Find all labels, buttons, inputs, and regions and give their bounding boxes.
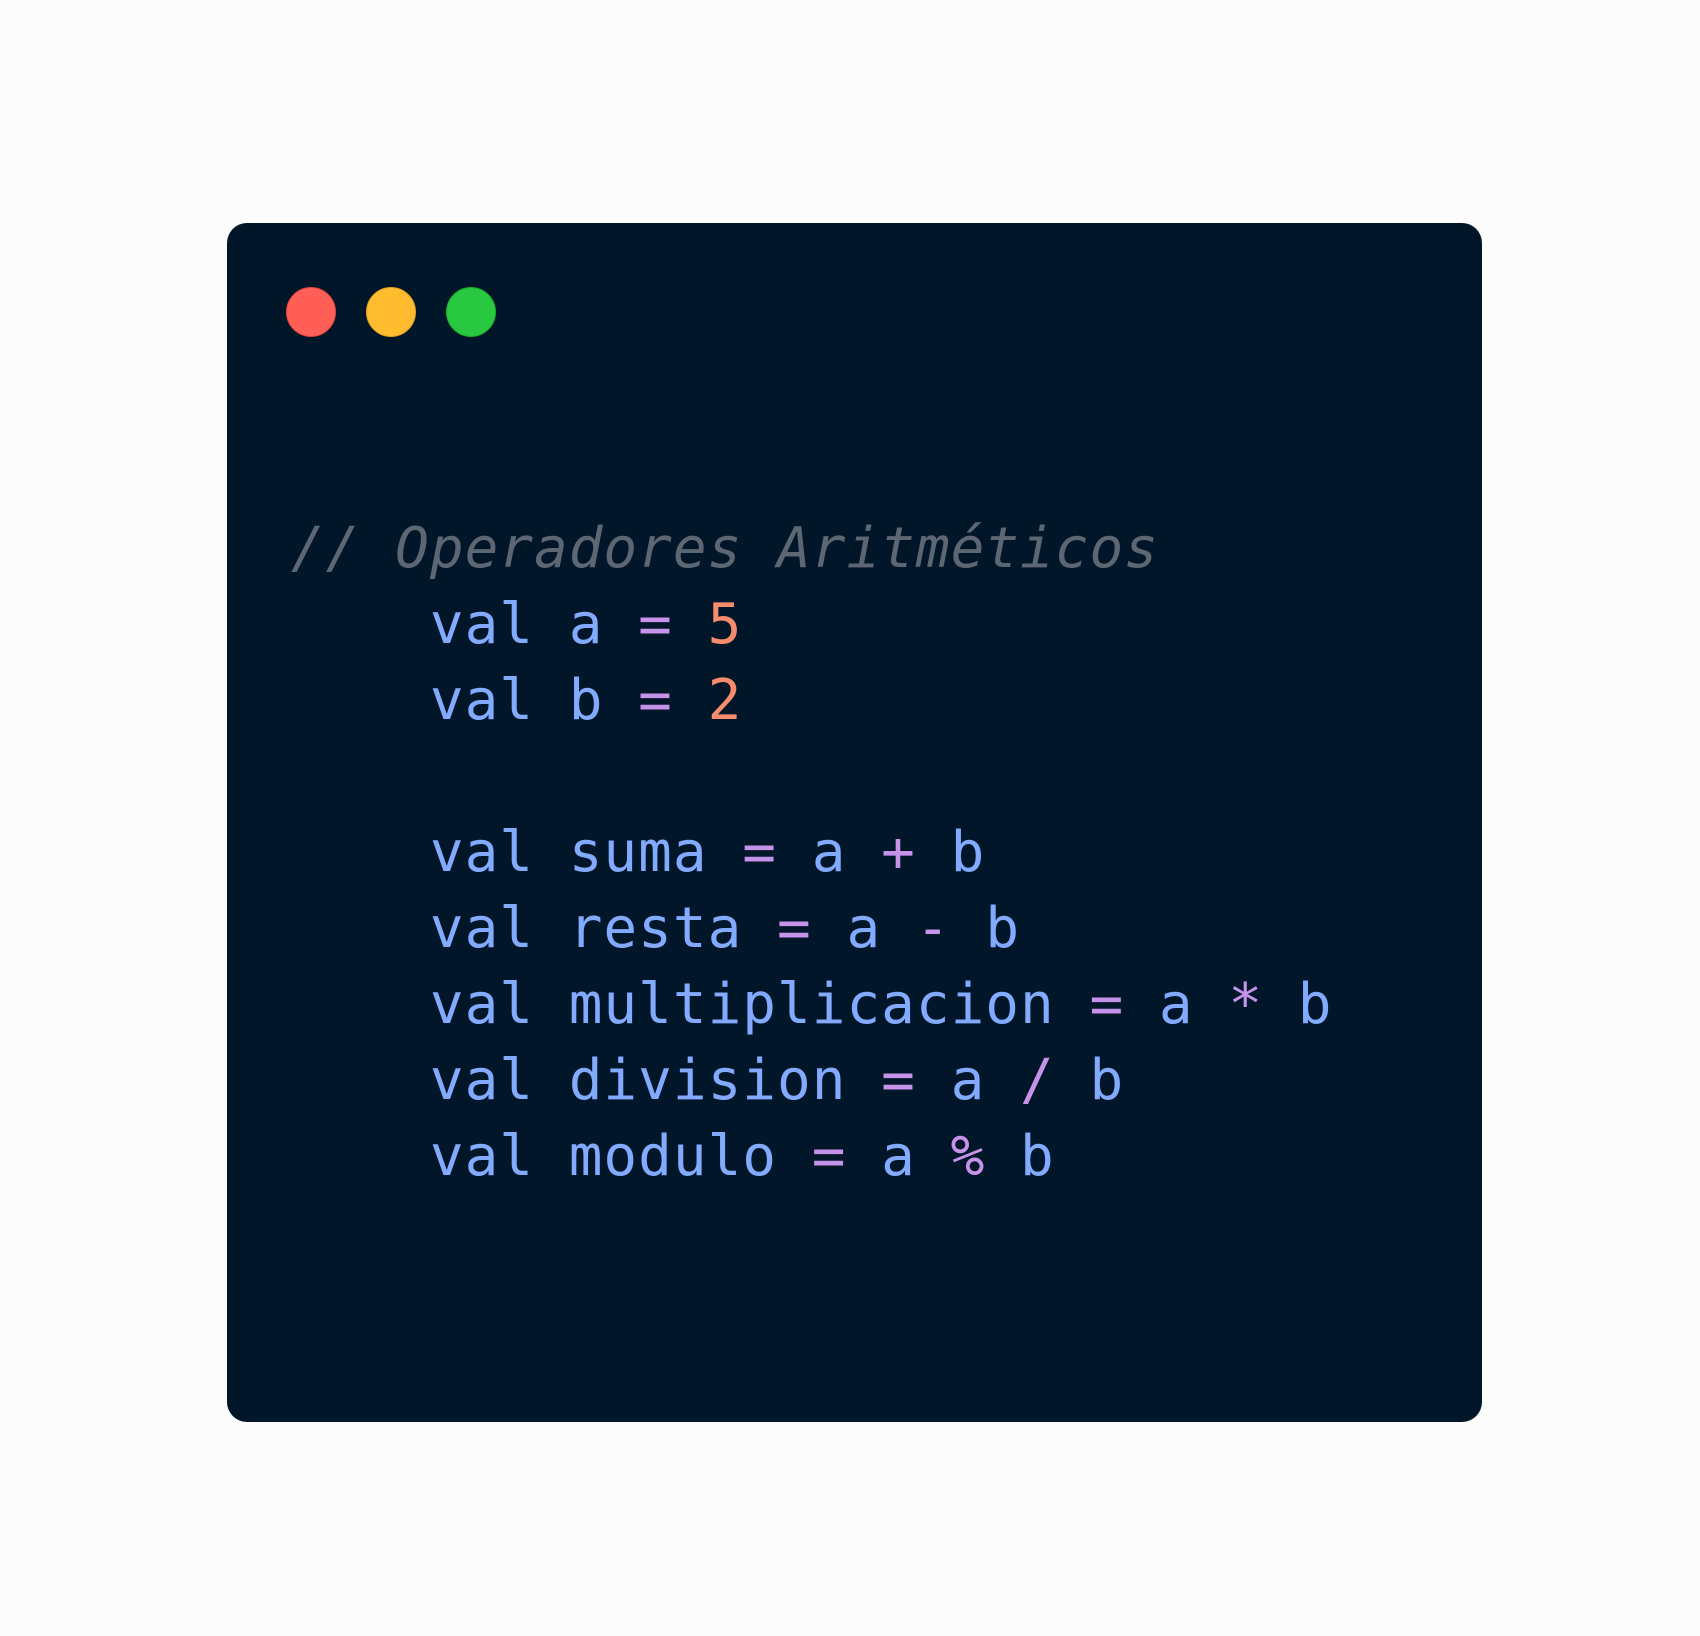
code-line: val modulo = a % b: [291, 1119, 1332, 1195]
code-token-ident: [673, 592, 708, 657]
code-token-op: *: [1228, 972, 1264, 1037]
code-token-ident: val b: [291, 668, 639, 733]
code-line: val suma = a + b: [291, 815, 1332, 891]
code-line: val multiplicacion = a * b: [291, 967, 1332, 1043]
window-controls: [286, 287, 496, 337]
code-token-ident: a: [777, 820, 882, 885]
code-token-op: =: [881, 1048, 916, 1113]
code-line: val resta = a - b: [291, 891, 1332, 967]
code-token-ident: a: [1124, 972, 1229, 1037]
code-window: // Operadores Aritméticos val a = 5 val …: [227, 223, 1482, 1422]
code-block: // Operadores Aritméticos val a = 5 val …: [291, 511, 1332, 1195]
code-token-ident: a: [915, 1048, 1021, 1113]
code-token-op: =: [811, 1124, 847, 1189]
code-token-op: =: [777, 896, 812, 961]
code-token-ident: b: [915, 820, 986, 885]
code-token-op: =: [638, 668, 673, 733]
code-token-op: /: [1020, 1048, 1055, 1113]
code-token-ident: a: [811, 896, 916, 961]
code-line: val a = 5: [291, 587, 1332, 663]
code-comment-line: // Operadores Aritméticos: [291, 511, 1332, 587]
code-token-ident: b: [1054, 1048, 1125, 1113]
code-token-ident: b: [985, 1124, 1055, 1189]
code-token-comment: // Operadores Aritméticos: [291, 516, 1159, 581]
code-token-num: 2: [707, 668, 743, 733]
minimize-button[interactable]: [366, 287, 416, 337]
code-line: val b = 2: [291, 663, 1332, 739]
code-token-op: -: [915, 896, 951, 961]
code-token-ident: val resta: [291, 896, 778, 961]
code-token-ident: b: [950, 896, 1021, 961]
code-token-ident: a: [846, 1124, 951, 1189]
code-token-ident: [673, 668, 708, 733]
code-token-ident: val multiplicacion: [291, 972, 1090, 1037]
code-token-ident: b: [1263, 972, 1333, 1037]
code-token-op: %: [950, 1124, 986, 1189]
code-token-num: 5: [707, 592, 743, 657]
code-token-op: =: [638, 592, 673, 657]
code-line: val division = a / b: [291, 1043, 1332, 1119]
code-token-ident: val modulo: [291, 1124, 812, 1189]
code-token-op: =: [742, 820, 778, 885]
code-token-op: +: [881, 820, 916, 885]
code-token-ident: val suma: [291, 820, 743, 885]
code-token-op: =: [1089, 972, 1125, 1037]
maximize-button[interactable]: [446, 287, 496, 337]
close-button[interactable]: [286, 287, 336, 337]
code-token-ident: val a: [291, 592, 639, 657]
code-token-ident: val division: [291, 1048, 882, 1113]
